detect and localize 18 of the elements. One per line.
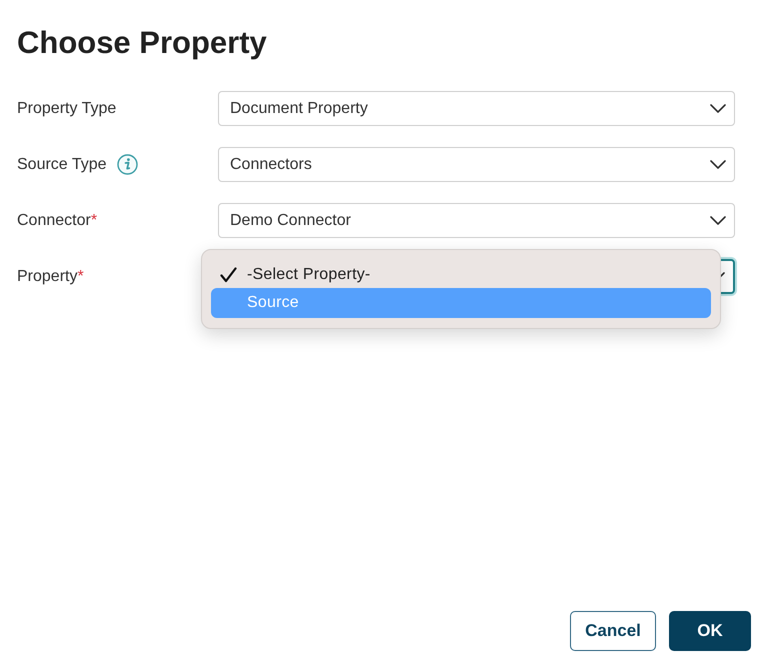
info-icon[interactable]: [116, 154, 138, 175]
select-field[interactable]: Demo Connector: [218, 203, 735, 238]
select-field[interactable]: Document Property: [218, 91, 735, 126]
field-label: Source Type: [17, 154, 107, 174]
dropdown-option[interactable]: -Select Property-: [211, 261, 711, 288]
cancel-button[interactable]: Cancel: [570, 611, 656, 651]
required-asterisk: *: [90, 211, 98, 231]
chevron-down-icon: [710, 216, 726, 225]
required-asterisk: *: [77, 267, 84, 287]
select-field[interactable]: Connectors: [218, 147, 735, 182]
field-label: Connector: [17, 210, 91, 230]
chevron-down-icon: [710, 160, 726, 169]
field-label: Property Type: [17, 98, 116, 118]
field-label: Property: [17, 266, 78, 286]
ok-button[interactable]: OK: [669, 611, 751, 651]
checkmark-icon: [220, 266, 237, 282]
chevron-down-icon: [710, 104, 726, 113]
dialog-title: Choose Property: [17, 24, 268, 62]
